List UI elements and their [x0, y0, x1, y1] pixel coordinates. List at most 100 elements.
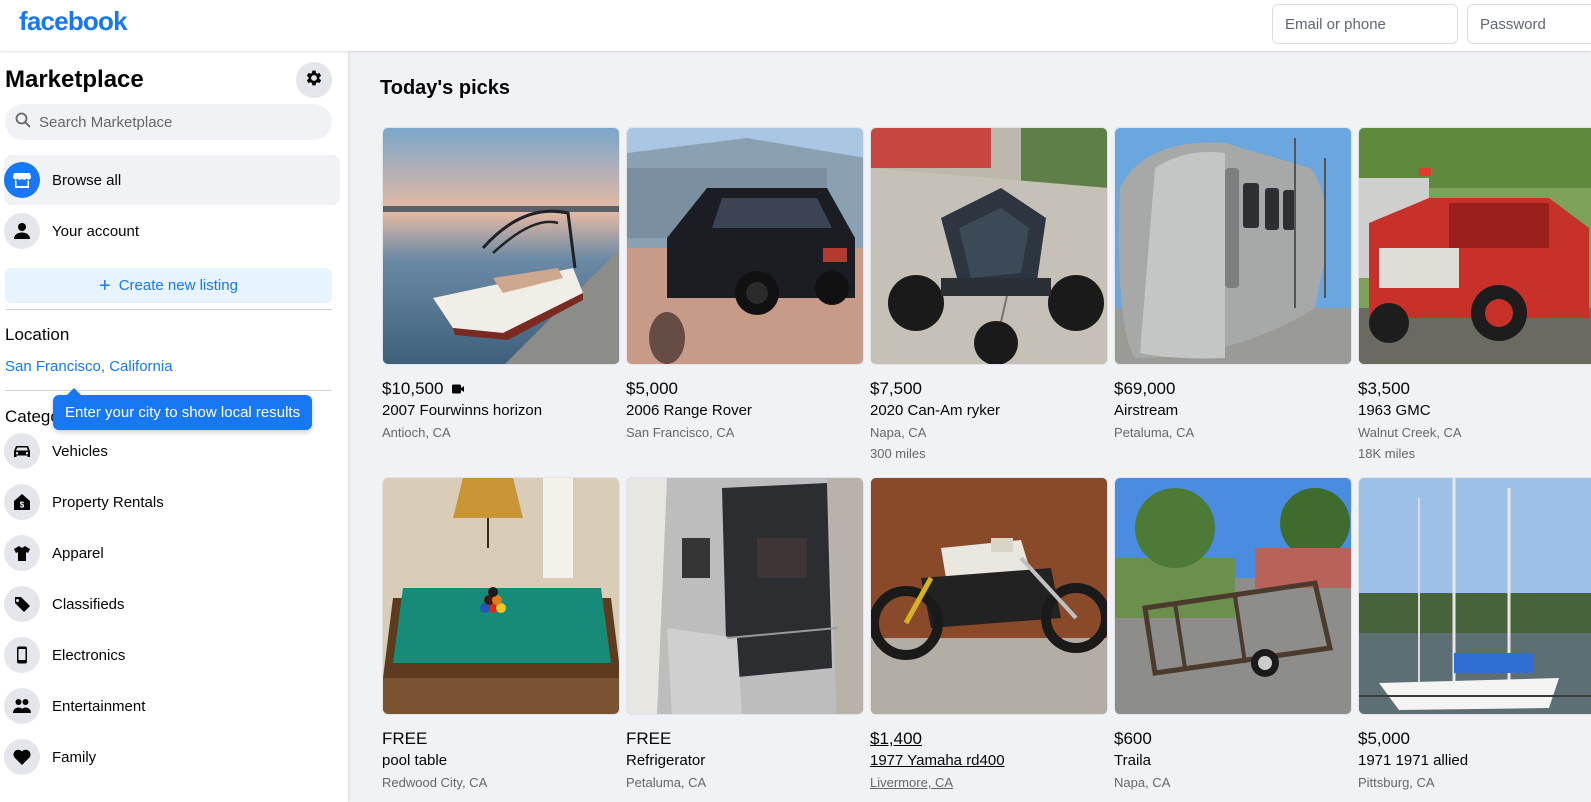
- listing-price: FREE: [626, 729, 672, 748]
- people-icon: [4, 688, 40, 724]
- category-apparel[interactable]: Apparel: [4, 528, 340, 578]
- listing-photo: [1114, 127, 1352, 365]
- listing-photo: [1358, 477, 1591, 715]
- category-label: Electronics: [52, 646, 126, 664]
- listing-location: Petaluma, CA: [626, 775, 707, 790]
- listing-title: 1963 GMC: [1358, 402, 1431, 419]
- listing-photo: [626, 477, 864, 715]
- listing-card[interactable]: FREE pool table Redwood City, CA: [382, 477, 620, 791]
- listing-title: Traila: [1114, 752, 1151, 769]
- category-family[interactable]: Family: [4, 732, 340, 782]
- svg-text:$: $: [20, 501, 25, 510]
- listing-location: Napa, CA: [1114, 775, 1171, 790]
- category-label: Family: [52, 748, 97, 766]
- create-listing-button[interactable]: + Create new listing: [5, 268, 332, 303]
- create-listing-label: Create new listing: [118, 277, 238, 294]
- tag-icon: [4, 586, 40, 622]
- listing-price: $10,500: [382, 379, 620, 399]
- category-classifieds[interactable]: Classifieds: [4, 579, 340, 629]
- facebook-logo[interactable]: facebook: [19, 6, 128, 37]
- listing-location: Antioch, CA: [382, 425, 451, 440]
- listing-mileage: 300 miles: [870, 446, 926, 461]
- listing-price: $69,000: [1114, 379, 1176, 398]
- listing-location: Pittsburg, CA: [1358, 775, 1435, 790]
- location-link[interactable]: San Francisco, California: [5, 358, 173, 375]
- listing-card[interactable]: $3,500 1963 GMC Walnut Creek, CA 18K mil…: [1358, 127, 1591, 462]
- search-box: [5, 104, 332, 140]
- category-label: Classifieds: [52, 595, 125, 613]
- listing-price: $3,500: [1358, 379, 1410, 398]
- main-content: Today's picks $10,500 2007 Fourwinns hor…: [348, 51, 1591, 802]
- category-label: Entertainment: [52, 697, 146, 715]
- category-entertainment[interactable]: Entertainment: [4, 681, 340, 731]
- listing-title: 2007 Fourwinns horizon: [382, 402, 543, 419]
- listing-photo: [626, 127, 864, 365]
- phone-icon: [4, 637, 40, 673]
- listing-card[interactable]: $5,000 1971 1971 allied Pittsburg, CA: [1358, 477, 1591, 791]
- listing-mileage: 18K miles: [1358, 446, 1416, 461]
- category-electronics[interactable]: Electronics: [4, 630, 340, 680]
- listing-price: $7,500: [870, 379, 922, 398]
- listing-price: $5,000: [626, 379, 678, 398]
- heart-icon: [4, 739, 40, 775]
- nav-label: Your account: [52, 222, 140, 240]
- listing-title: 2020 Can-Am ryker: [870, 402, 1001, 419]
- listing-title: 2006 Range Rover: [626, 402, 752, 419]
- divider: [5, 390, 332, 391]
- listing-photo: [382, 477, 620, 715]
- listing-title: Refrigerator: [626, 752, 706, 769]
- listing-location: Napa, CA: [870, 425, 927, 440]
- car-icon: [4, 433, 40, 469]
- listing-card[interactable]: $10,500 2007 Fourwinns horizon Antioch, …: [382, 127, 620, 441]
- listing-photo: [382, 127, 620, 365]
- location-tooltip: Enter your city to show local results: [53, 388, 313, 430]
- listing-location: Livermore, CA: [870, 775, 954, 790]
- listing-photo: [870, 127, 1108, 365]
- category-vehicles[interactable]: Vehicles: [4, 426, 340, 476]
- listing-photo: [1114, 477, 1352, 715]
- listing-title: 1971 1971 allied: [1358, 752, 1469, 769]
- house-dollar-icon: $: [4, 484, 40, 520]
- storefront-icon: [4, 162, 40, 198]
- plus-icon: +: [99, 274, 111, 297]
- nav-browse-all[interactable]: Browse all: [4, 155, 340, 205]
- category-label: Vehicles: [52, 442, 108, 460]
- listing-card[interactable]: $69,000 Airstream Petaluma, CA: [1114, 127, 1352, 441]
- sidebar: Marketplace Browse all Your account + Cr…: [0, 51, 348, 802]
- settings-button[interactable]: [296, 62, 332, 98]
- section-title: Today's picks: [380, 77, 510, 99]
- listing-location: Petaluma, CA: [1114, 425, 1195, 440]
- listing-price: FREE: [382, 729, 428, 748]
- shirt-icon: [4, 535, 40, 571]
- category-property-rentals[interactable]: $ Property Rentals: [4, 477, 340, 527]
- listing-price: $1,400: [870, 729, 922, 748]
- listing-price: $600: [1114, 729, 1152, 748]
- person-icon: [4, 213, 40, 249]
- listing-card[interactable]: $600 Traila Napa, CA: [1114, 477, 1352, 791]
- email-field[interactable]: [1272, 4, 1458, 44]
- search-input[interactable]: [39, 113, 319, 131]
- video-icon: [451, 383, 465, 395]
- nav-label: Browse all: [52, 171, 122, 189]
- listing-photo: [1358, 127, 1591, 365]
- listing-location: San Francisco, CA: [626, 425, 735, 440]
- listing-card[interactable]: $7,500 2020 Can-Am ryker Napa, CA 300 mi…: [870, 127, 1108, 462]
- listing-card[interactable]: FREE Refrigerator Petaluma, CA: [626, 477, 864, 791]
- listing-title: pool table: [382, 752, 448, 769]
- search-icon: [15, 112, 31, 133]
- listing-title: Airstream: [1114, 402, 1179, 419]
- location-heading: Location: [5, 325, 70, 344]
- nav-your-account[interactable]: Your account: [4, 206, 340, 256]
- listing-card[interactable]: $5,000 2006 Range Rover San Francisco, C…: [626, 127, 864, 441]
- listing-title: 1977 Yamaha rd400: [870, 752, 1005, 769]
- password-field[interactable]: [1467, 4, 1591, 44]
- divider: [5, 309, 332, 310]
- category-label: Apparel: [52, 544, 104, 562]
- category-label: Property Rentals: [52, 493, 164, 511]
- listing-location: Redwood City, CA: [382, 775, 488, 790]
- listing-card[interactable]: $1,400 1977 Yamaha rd400 Livermore, CA: [870, 477, 1108, 791]
- page-title: Marketplace: [5, 66, 144, 93]
- listing-photo: [870, 477, 1108, 715]
- listing-location: Walnut Creek, CA: [1358, 425, 1462, 440]
- top-bar: facebook: [0, 0, 1591, 51]
